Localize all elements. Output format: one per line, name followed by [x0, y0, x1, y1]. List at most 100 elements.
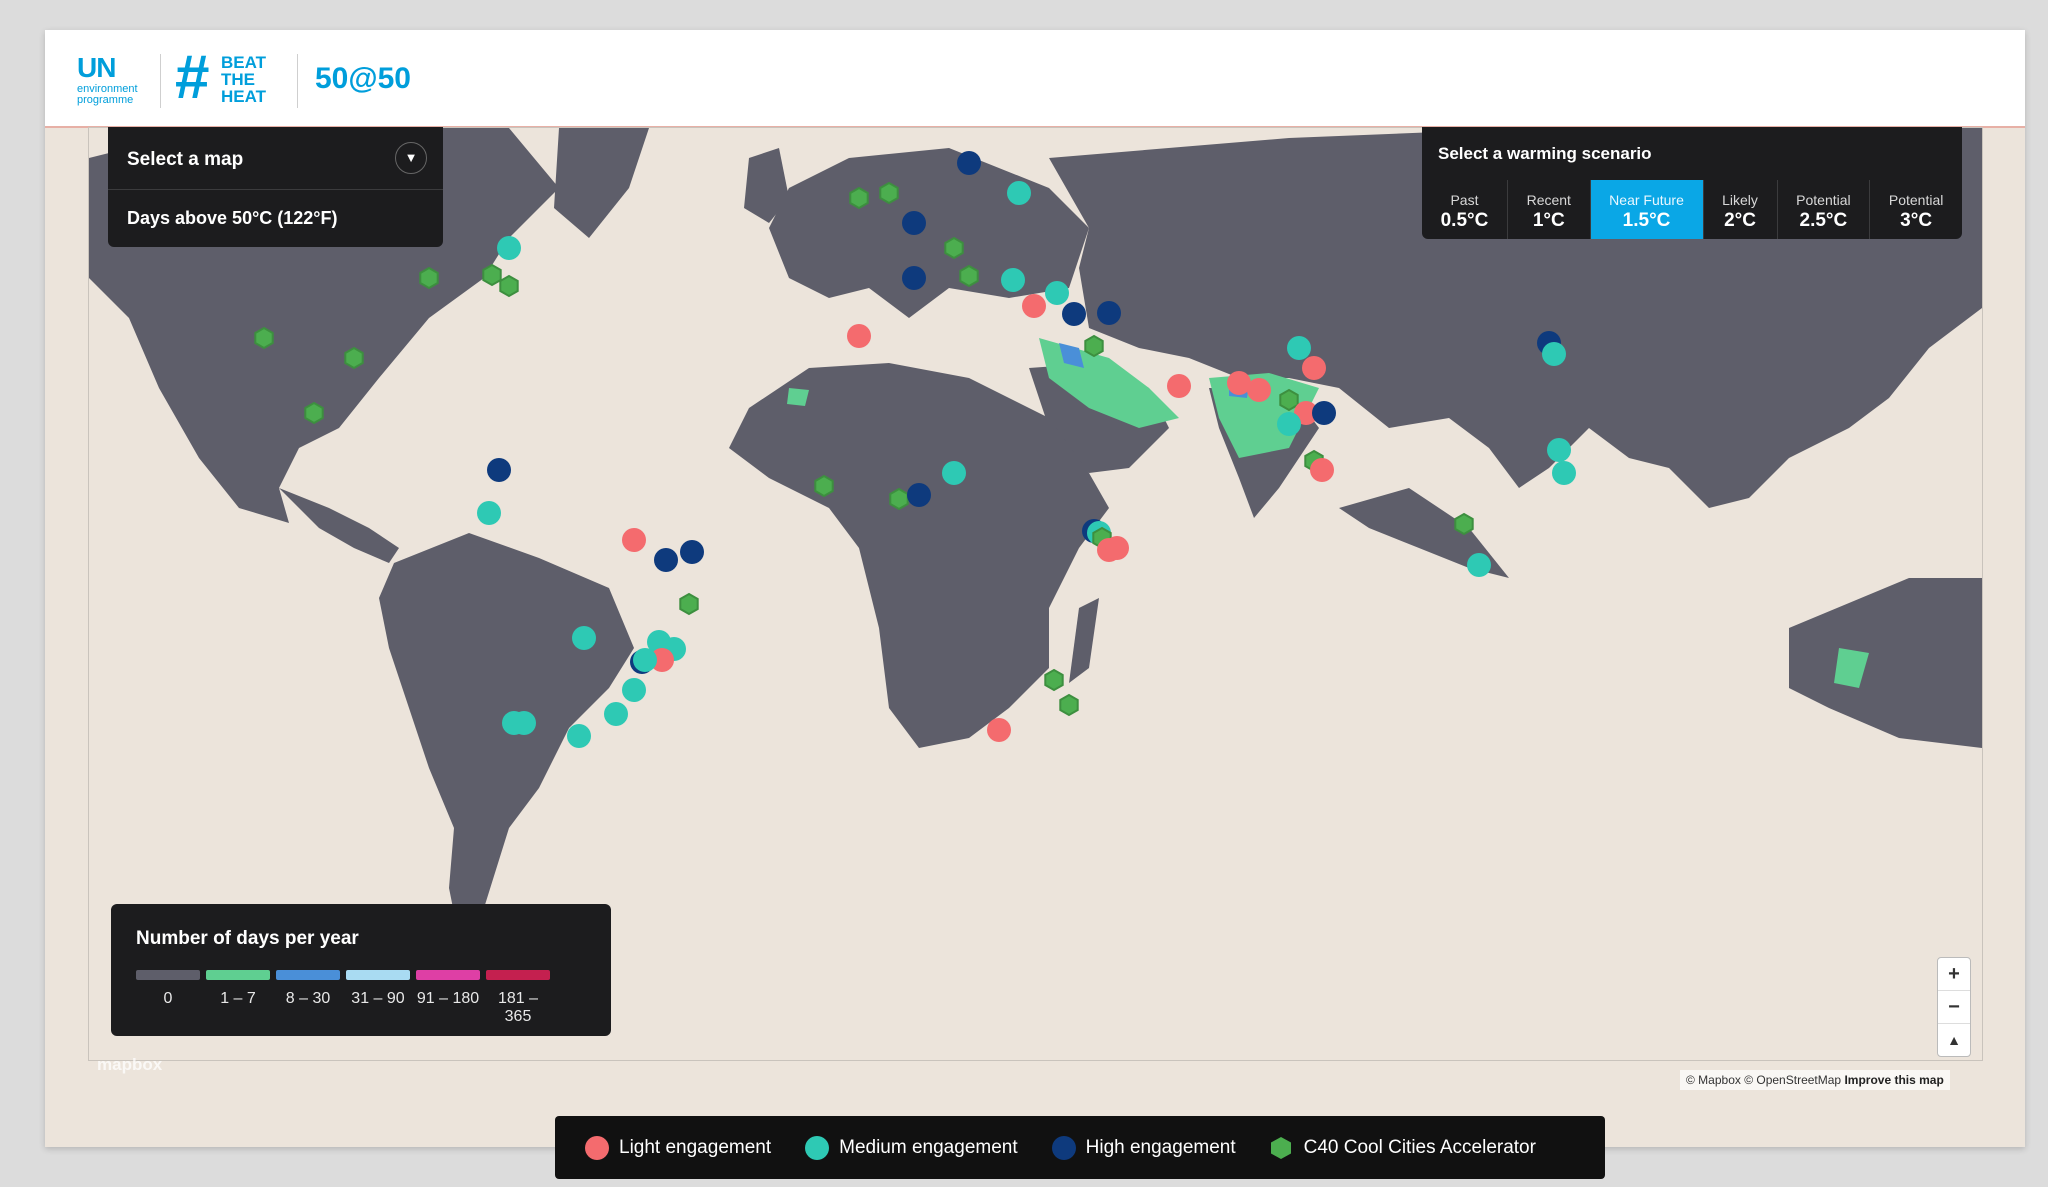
option-label: Past [1450, 192, 1479, 208]
medium-engagement-marker[interactable] [1547, 438, 1571, 462]
c40-city-marker[interactable] [849, 186, 869, 210]
un-logo-line2: programme [77, 94, 134, 106]
medium-engagement-marker[interactable] [1001, 268, 1025, 292]
improve-map-link[interactable]: Improve this map [1844, 1073, 1943, 1087]
light-engagement-marker[interactable] [1247, 378, 1271, 402]
legend-label: 0 [163, 990, 173, 1007]
light-engagement-marker[interactable] [1105, 536, 1129, 560]
high-engagement-marker[interactable] [680, 540, 704, 564]
high-engagement-marker[interactable] [907, 483, 931, 507]
c40-city-marker[interactable] [879, 181, 899, 205]
high-engagement-marker[interactable] [654, 548, 678, 572]
scenario-option-potential-2-5[interactable]: Potential 2.5°C [1776, 180, 1870, 239]
europe [769, 148, 1089, 318]
c40-city-marker[interactable] [679, 592, 699, 616]
medium-engagement-marker[interactable] [477, 501, 501, 525]
legend-label: 1 – 7 [220, 990, 256, 1007]
compass-button[interactable]: ▲ [1938, 1024, 1970, 1056]
c40-city-marker[interactable] [944, 236, 964, 260]
mapbox-logo[interactable]: mapbox [97, 1055, 162, 1075]
medium-engagement-marker[interactable] [1277, 412, 1301, 436]
site-header: UN environment programme # BEAT THE HEAT… [45, 30, 2025, 128]
c40-city-marker[interactable] [814, 474, 834, 498]
medium-engagement-marker[interactable] [1552, 461, 1576, 485]
current-map-label: Days above 50°C (122°F) [127, 208, 338, 228]
light-engagement-marker[interactable] [622, 528, 646, 552]
high-engagement-marker[interactable] [1312, 401, 1336, 425]
c40-city-marker[interactable] [254, 326, 274, 350]
c40-city-marker[interactable] [304, 401, 324, 425]
land-masses [89, 128, 1982, 938]
c40-city-marker[interactable] [482, 263, 502, 287]
light-engagement-marker[interactable] [1022, 294, 1046, 318]
light-engagement-marker[interactable] [847, 324, 871, 348]
light-engagement-marker[interactable] [1302, 356, 1326, 380]
medium-engagement-marker[interactable] [512, 711, 536, 735]
campaign-label[interactable]: 50@50 [315, 62, 411, 96]
btt-line2: THE [221, 70, 255, 89]
option-label: Potential [1888, 192, 1944, 208]
medium-engagement-marker[interactable] [1542, 342, 1566, 366]
medium-engagement-marker[interactable] [1007, 181, 1031, 205]
legend-label: 91 – 180 [416, 990, 480, 1007]
greenland [554, 128, 649, 238]
high-engagement-marker[interactable] [1097, 301, 1121, 325]
medium-engagement-marker[interactable] [1045, 281, 1069, 305]
c40-city-marker[interactable] [959, 264, 979, 288]
logo-divider [160, 54, 161, 108]
legend-swatches [136, 970, 550, 980]
medium-engagement-marker[interactable] [1467, 553, 1491, 577]
scenario-options: Past 0.5°C Recent 1°C Near Future 1.5°C … [1422, 180, 1962, 239]
zoom-out-button[interactable]: − [1938, 991, 1970, 1024]
c40-city-marker[interactable] [889, 487, 909, 511]
legend-labels: 0 1 – 7 8 – 30 31 – 90 91 – 180 181 – 36… [136, 990, 550, 1026]
btt-line1: BEAT [221, 53, 267, 72]
legend-item-label: Medium engagement [839, 1136, 1018, 1158]
option-label: Recent [1526, 192, 1571, 208]
option-label: Potential [1796, 192, 1851, 208]
beat-the-heat-words: BEAT THE HEAT [221, 54, 291, 105]
medium-engagement-marker[interactable] [604, 702, 628, 726]
scenario-option-potential-3[interactable]: Potential 3°C [1869, 180, 1962, 239]
high-engagement-marker[interactable] [487, 458, 511, 482]
madagascar [1069, 598, 1099, 683]
medium-engagement-dot-icon [805, 1135, 830, 1160]
scenario-option-near-future[interactable]: Near Future 1.5°C [1589, 180, 1703, 239]
btt-line3: HEAT [221, 87, 267, 106]
light-engagement-marker[interactable] [1310, 458, 1334, 482]
legend-item-label: High engagement [1085, 1136, 1236, 1158]
medium-engagement-marker[interactable] [633, 648, 657, 672]
central-america [279, 488, 399, 563]
medium-engagement-marker[interactable] [497, 236, 521, 260]
high-engagement-marker[interactable] [902, 211, 926, 235]
medium-engagement-marker[interactable] [1287, 336, 1311, 360]
c40-city-marker[interactable] [344, 346, 364, 370]
medium-engagement-marker[interactable] [572, 626, 596, 650]
option-value: 1.5°C [1622, 210, 1671, 231]
medium-engagement-marker[interactable] [567, 724, 591, 748]
medium-engagement-marker[interactable] [622, 678, 646, 702]
legend-swatch [486, 970, 550, 980]
scenario-option-past[interactable]: Past 0.5°C [1422, 180, 1507, 239]
c40-city-marker[interactable] [419, 266, 439, 290]
c40-city-marker[interactable] [1084, 334, 1104, 358]
high-engagement-marker[interactable] [957, 151, 981, 175]
scenario-option-recent[interactable]: Recent 1°C [1506, 180, 1590, 239]
light-engagement-marker[interactable] [987, 718, 1011, 742]
medium-engagement-marker[interactable] [942, 461, 966, 485]
high-engagement-marker[interactable] [1062, 302, 1086, 326]
c40-city-marker[interactable] [1044, 668, 1064, 692]
c40-city-marker[interactable] [1059, 693, 1079, 717]
chevron-down-icon[interactable]: ▼ [395, 142, 427, 174]
select-map-panel[interactable]: Select a map ▼ Days above 50°C (122°F) [108, 127, 443, 247]
select-map-title: Select a map [127, 149, 244, 170]
un-environment-logo[interactable]: UN environment programme [77, 52, 147, 108]
scenario-option-likely[interactable]: Likely 2°C [1702, 180, 1777, 239]
zoom-in-button[interactable]: + [1938, 958, 1970, 991]
c40-city-marker[interactable] [1279, 388, 1299, 412]
light-engagement-marker[interactable] [1167, 374, 1191, 398]
c40-city-marker[interactable] [499, 274, 519, 298]
high-engagement-marker[interactable] [902, 266, 926, 290]
option-value: 2.5°C [1799, 210, 1848, 231]
c40-city-marker[interactable] [1454, 512, 1474, 536]
